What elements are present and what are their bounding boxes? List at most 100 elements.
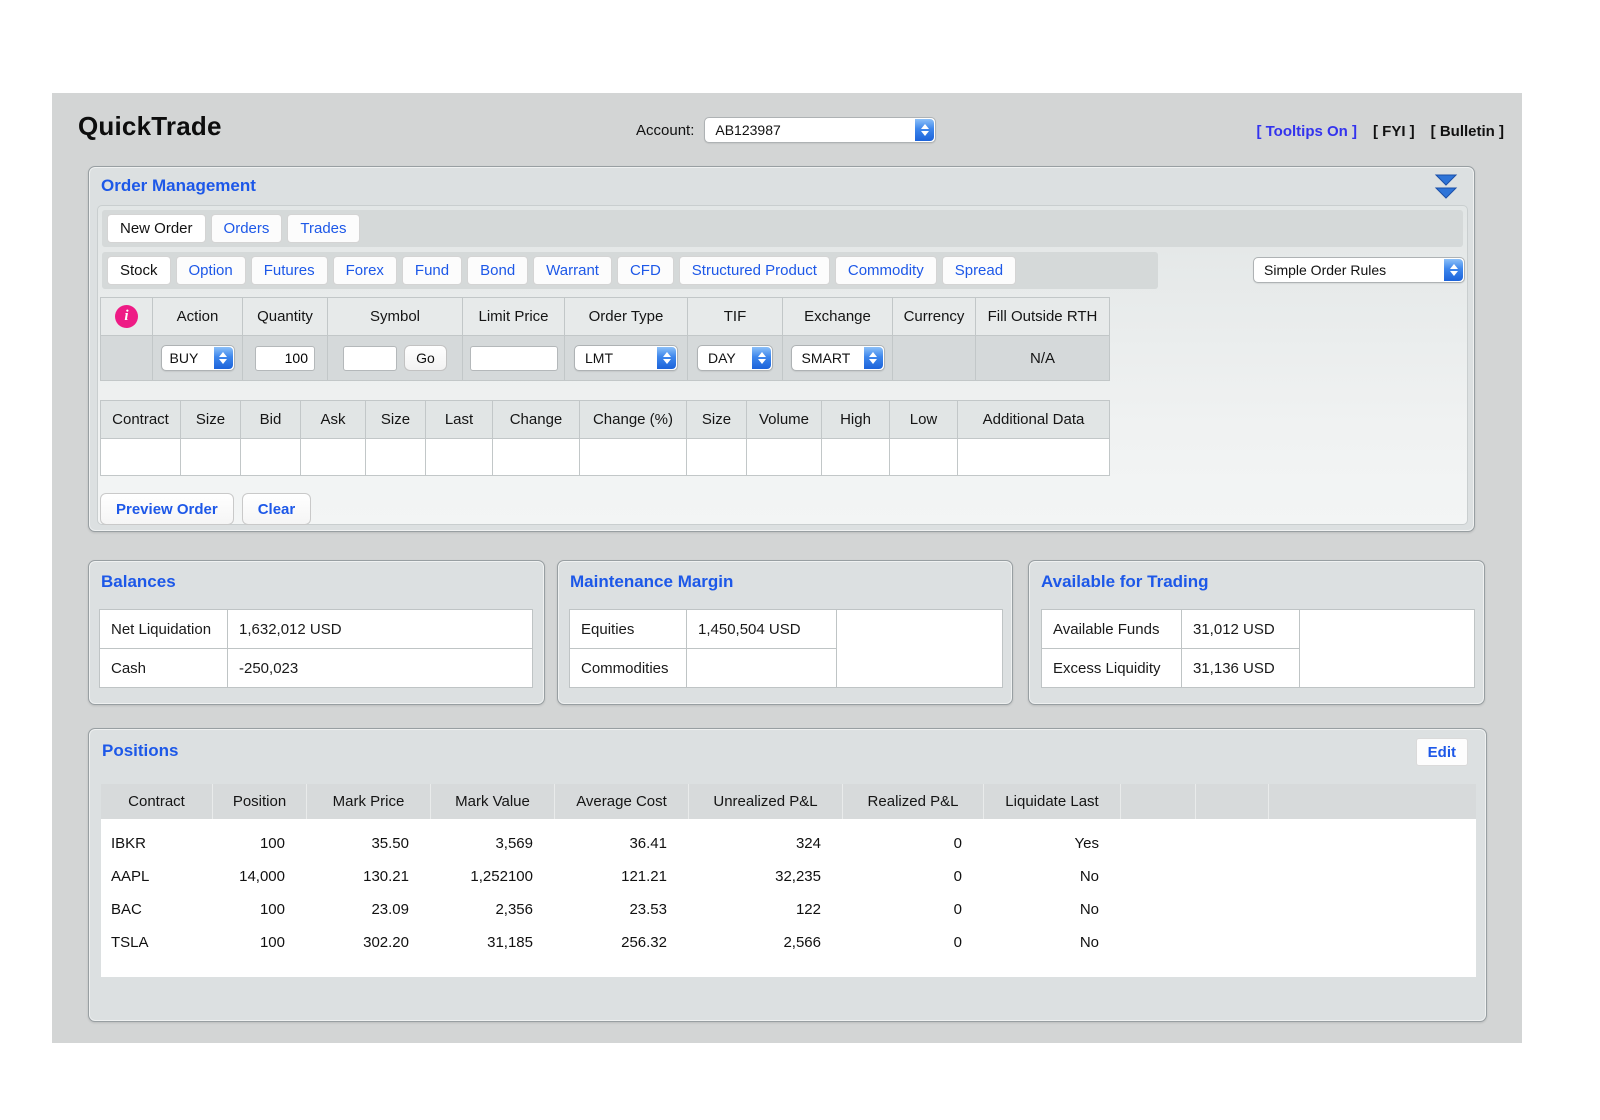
tab-stock[interactable]: Stock [107, 256, 171, 285]
col-volume: Volume [747, 401, 822, 439]
order-type-select[interactable]: LMT [574, 345, 678, 371]
col-size-last: Size [687, 401, 747, 439]
action-select[interactable]: BUY [161, 345, 235, 371]
order-entry-table: i Action Quantity Symbol Limit Price Ord… [100, 297, 1110, 381]
balances-title: Balances [101, 572, 176, 592]
table-row[interactable]: BAC 100 23.09 2,356 23.53 122 0 No [101, 893, 1476, 926]
available-extra-cell [1300, 610, 1475, 688]
tab-commodity[interactable]: Commodity [835, 256, 937, 285]
order-type-select-value: LMT [585, 350, 613, 366]
col-high: High [822, 401, 890, 439]
col-additional-data: Additional Data [958, 401, 1110, 439]
order-actions: Preview Order Clear [100, 493, 311, 525]
col-bid: Bid [241, 401, 301, 439]
app-window: QuickTrade Account: AB123987 [ Tooltips … [52, 93, 1522, 1043]
select-stepper-icon [657, 347, 676, 369]
symbol-input[interactable] [343, 346, 397, 371]
bulletin-link[interactable]: [ Bulletin ] [1431, 123, 1504, 140]
tab-cfd[interactable]: CFD [617, 256, 674, 285]
table-row[interactable]: IBKR 100 35.50 3,569 36.41 324 0 Yes [101, 827, 1476, 860]
clear-button[interactable]: Clear [242, 493, 312, 525]
account-select-value: AB123987 [715, 122, 780, 138]
quantity-cell [243, 336, 328, 381]
account-select[interactable]: AB123987 [704, 117, 936, 143]
tif-select[interactable]: DAY [697, 345, 773, 371]
col-mark-value: Mark Value [431, 784, 555, 819]
order-entry-row: BUY Go [101, 336, 1110, 381]
select-stepper-icon [915, 119, 934, 141]
market-data-empty-row [101, 439, 1110, 476]
symbol-cell: Go [328, 336, 463, 381]
account-label: Account: [636, 122, 694, 139]
info-cell: i [101, 298, 153, 336]
collapse-panel-icon[interactable] [1434, 173, 1458, 201]
tab-option[interactable]: Option [176, 256, 246, 285]
table-row[interactable]: AAPL 14,000 130.21 1,252100 121.21 32,23… [101, 860, 1476, 893]
table-row[interactable]: TSLA 100 302.20 31,185 256.32 2,566 0 No [101, 926, 1476, 959]
tab-warrant[interactable]: Warrant [533, 256, 612, 285]
select-stepper-icon [214, 347, 233, 369]
available-label: Available Funds [1042, 610, 1182, 649]
col-empty [1196, 784, 1269, 819]
col-currency: Currency [893, 298, 976, 336]
available-for-trading-table: Available Funds Excess Liquidity 31,012 … [1041, 609, 1475, 688]
tab-fund[interactable]: Fund [402, 256, 462, 285]
col-unrealized-pl: Unrealized P&L [689, 784, 843, 819]
tab-new-order[interactable]: New Order [107, 214, 206, 243]
tab-structured-product[interactable]: Structured Product [679, 256, 830, 285]
tab-orders[interactable]: Orders [211, 214, 283, 243]
col-last: Last [426, 401, 493, 439]
margin-label: Commodities [570, 649, 687, 688]
order-rules-select[interactable]: Simple Order Rules [1253, 257, 1465, 283]
order-management-title: Order Management [101, 176, 256, 196]
col-order-type: Order Type [565, 298, 688, 336]
market-data-table: Contract Size Bid Ask Size Last Change C… [100, 400, 1110, 476]
col-empty [1269, 784, 1476, 819]
fyi-link[interactable]: [ FYI ] [1373, 123, 1415, 140]
action-select-value: BUY [170, 350, 199, 366]
col-realized-pl: Realized P&L [843, 784, 984, 819]
tif-select-value: DAY [708, 350, 736, 366]
col-change: Change [493, 401, 580, 439]
margin-value: 1,450,504 USD [687, 610, 837, 649]
select-stepper-icon [864, 347, 883, 369]
tab-spread[interactable]: Spread [942, 256, 1016, 285]
limit-price-input[interactable] [470, 346, 558, 371]
go-button[interactable]: Go [404, 345, 447, 371]
positions-header-row: Contract Position Mark Price Mark Value … [101, 784, 1476, 819]
preview-order-button[interactable]: Preview Order [100, 493, 234, 525]
col-size-bid: Size [181, 401, 241, 439]
exchange-select[interactable]: SMART [791, 345, 885, 371]
col-low: Low [890, 401, 958, 439]
select-stepper-icon [1444, 259, 1463, 281]
balances-label: Cash [100, 649, 228, 688]
tab-trades[interactable]: Trades [287, 214, 359, 243]
fill-outside-rth-cell: N/A [976, 336, 1110, 381]
col-change-pct: Change (%) [580, 401, 687, 439]
tab-futures[interactable]: Futures [251, 256, 328, 285]
available-value: 31,012 USD [1182, 610, 1300, 649]
exchange-cell: SMART [783, 336, 893, 381]
instrument-tabs-strip: Stock Option Futures Forex Fund Bond War… [102, 252, 1158, 289]
tab-forex[interactable]: Forex [333, 256, 397, 285]
positions-panel: Positions Edit Contract Position Mark Pr… [88, 728, 1487, 1022]
order-management-panel: Order Management New Order Orders Trades… [88, 166, 1475, 532]
order-entry-header-row: i Action Quantity Symbol Limit Price Ord… [101, 298, 1110, 336]
balances-table: Net Liquidation Cash 1,632,012 USD -250,… [99, 609, 533, 688]
col-action: Action [153, 298, 243, 336]
maintenance-margin-title: Maintenance Margin [570, 572, 733, 592]
info-icon[interactable]: i [115, 305, 138, 328]
tooltips-toggle-link[interactable]: [ Tooltips On ] [1256, 123, 1357, 140]
positions-table: Contract Position Mark Price Mark Value … [101, 784, 1476, 977]
order-management-body: New Order Orders Trades Stock Option Fut… [97, 205, 1468, 525]
select-stepper-icon [752, 347, 771, 369]
margin-label: Equities [570, 610, 687, 649]
order-type-cell: LMT [565, 336, 688, 381]
tab-bond[interactable]: Bond [467, 256, 528, 285]
row-marker-cell [101, 336, 153, 381]
edit-positions-button[interactable]: Edit [1416, 738, 1468, 766]
quantity-input[interactable] [255, 346, 315, 371]
col-size-ask: Size [366, 401, 426, 439]
margin-value [687, 649, 837, 688]
col-quantity: Quantity [243, 298, 328, 336]
